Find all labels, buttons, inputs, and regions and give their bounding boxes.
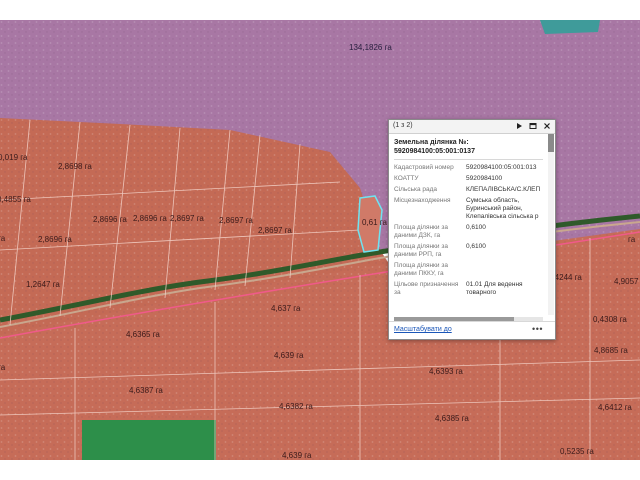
parcel-label: 2,8696 га (133, 214, 167, 223)
parcel-label: 4,6385 га (435, 414, 469, 423)
popup-title: Земельна ділянка №: 5920984100:05:001:01… (394, 138, 543, 156)
popup-header: (1 з 2) (389, 120, 555, 134)
close-icon[interactable] (542, 121, 552, 131)
attribute-value: КЛЕПАЛІВСЬКА/С.КЛЕП (466, 186, 541, 193)
parcel-label: га (628, 235, 636, 244)
scrollbar-thumb[interactable] (548, 134, 554, 152)
parcel-label: 2,8697 га (219, 216, 253, 225)
popup-body[interactable]: Земельна ділянка №: 5920984100:05:001:01… (389, 134, 555, 321)
popup-footer: Масштабувати до ••• (389, 321, 555, 339)
parcel-label: 4,6365 га (126, 330, 160, 339)
attribute-value (466, 262, 543, 278)
attribute-row: Сільська рада КЛЕПАЛІВСЬКА/С.КЛЕП (394, 186, 543, 194)
attribute-value: 01.01 Для ведення товарного (466, 281, 523, 296)
parcel-label: га (0, 234, 6, 243)
parcel-label: 0,5235 га (560, 447, 594, 456)
zoom-to-link[interactable]: Масштабувати до (394, 326, 452, 333)
parcel-top-right-teal[interactable] (540, 20, 600, 34)
parcel-label: 4,6393 га (429, 367, 463, 376)
feature-popup: (1 з 2) Земельна ділянка №: 5920984100:0… (388, 119, 556, 340)
popup-feature-count: (1 з 2) (393, 122, 413, 129)
attribute-value: 0,6100 (466, 243, 486, 250)
attribute-row: Площа ділянки за даними ПККУ, га (394, 262, 543, 278)
attribute-key: Площа ділянки за даними РРП, га (394, 243, 448, 258)
parcel-label: 2,8697 га (258, 226, 292, 235)
parcel-label: 134,1826 га (349, 43, 392, 52)
parcel-label: 2,8698 га (58, 162, 92, 171)
parcel-label: 4,6387 га (129, 386, 163, 395)
attribute-key: Площа ділянки за даними ПККУ, га (394, 262, 448, 277)
attribute-row: Місцезнаходження Сумська область, Буринс… (394, 197, 543, 221)
attribute-row: КОАТТУ 5920984100 (394, 175, 543, 183)
attribute-row: Площа ділянки за даними ДЗК, га 0,6100 (394, 224, 543, 240)
attribute-row: Кадастровий номер 5920984100:05:001:013 (394, 164, 543, 172)
parcel-green-field[interactable] (82, 420, 216, 460)
attribute-key: Місцезнаходження (394, 197, 451, 204)
parcel-label: 4,639 га (274, 351, 304, 360)
maximize-icon[interactable] (528, 121, 538, 131)
parcel-label: 2,8696 га (38, 235, 72, 244)
parcel-label: 2,8696 га (93, 215, 127, 224)
popup-vertical-scrollbar[interactable] (548, 134, 554, 315)
parcel-label: 4,8685 га (594, 346, 628, 355)
attribute-value: 5920984100:05:001:013 (466, 164, 537, 171)
popup-buttons (514, 121, 552, 131)
parcel-label: 1,2647 га (26, 280, 60, 289)
attribute-row: Цільове призначення за 01.01 Для ведення… (394, 281, 543, 297)
parcel-label: 0,4308 га (593, 315, 627, 324)
attribute-key: Сільська рада (394, 186, 437, 193)
attribute-key: Цільове призначення за (394, 281, 459, 296)
attribute-value: 0,6100 (466, 224, 486, 231)
next-feature-icon[interactable] (514, 121, 524, 131)
popup-divider (394, 159, 543, 160)
popup-title-line1: Земельна ділянка №: (394, 139, 469, 146)
attribute-row: Площа ділянки за даними РРП, га 0,6100 (394, 243, 543, 259)
parcel-label: 4,6412 га (598, 403, 632, 412)
more-actions-button[interactable]: ••• (532, 324, 543, 334)
parcel-label: 4,9057 (614, 277, 639, 286)
parcel-label: 0,4855 га (0, 195, 31, 204)
popup-title-line2: 5920984100:05:001:0137 (394, 148, 475, 155)
parcel-label: 4,639 га (282, 451, 312, 460)
attribute-value: 5920984100 (466, 175, 503, 182)
parcel-label: 2,8697 га (170, 214, 204, 223)
attribute-key: Кадастровий номер (394, 164, 454, 171)
parcel-label: 0,61 га (362, 218, 388, 227)
parcel-label: 0,019 га (0, 153, 28, 162)
parcel-label: га (0, 363, 6, 372)
attribute-key: Площа ділянки за даними ДЗК, га (394, 224, 448, 239)
parcel-label: 4,637 га (271, 304, 301, 313)
attribute-key: КОАТТУ (394, 175, 419, 182)
attribute-value: Сумська область, Буринський район, Клепа… (466, 197, 539, 220)
parcel-label: 4,6382 га (279, 402, 313, 411)
